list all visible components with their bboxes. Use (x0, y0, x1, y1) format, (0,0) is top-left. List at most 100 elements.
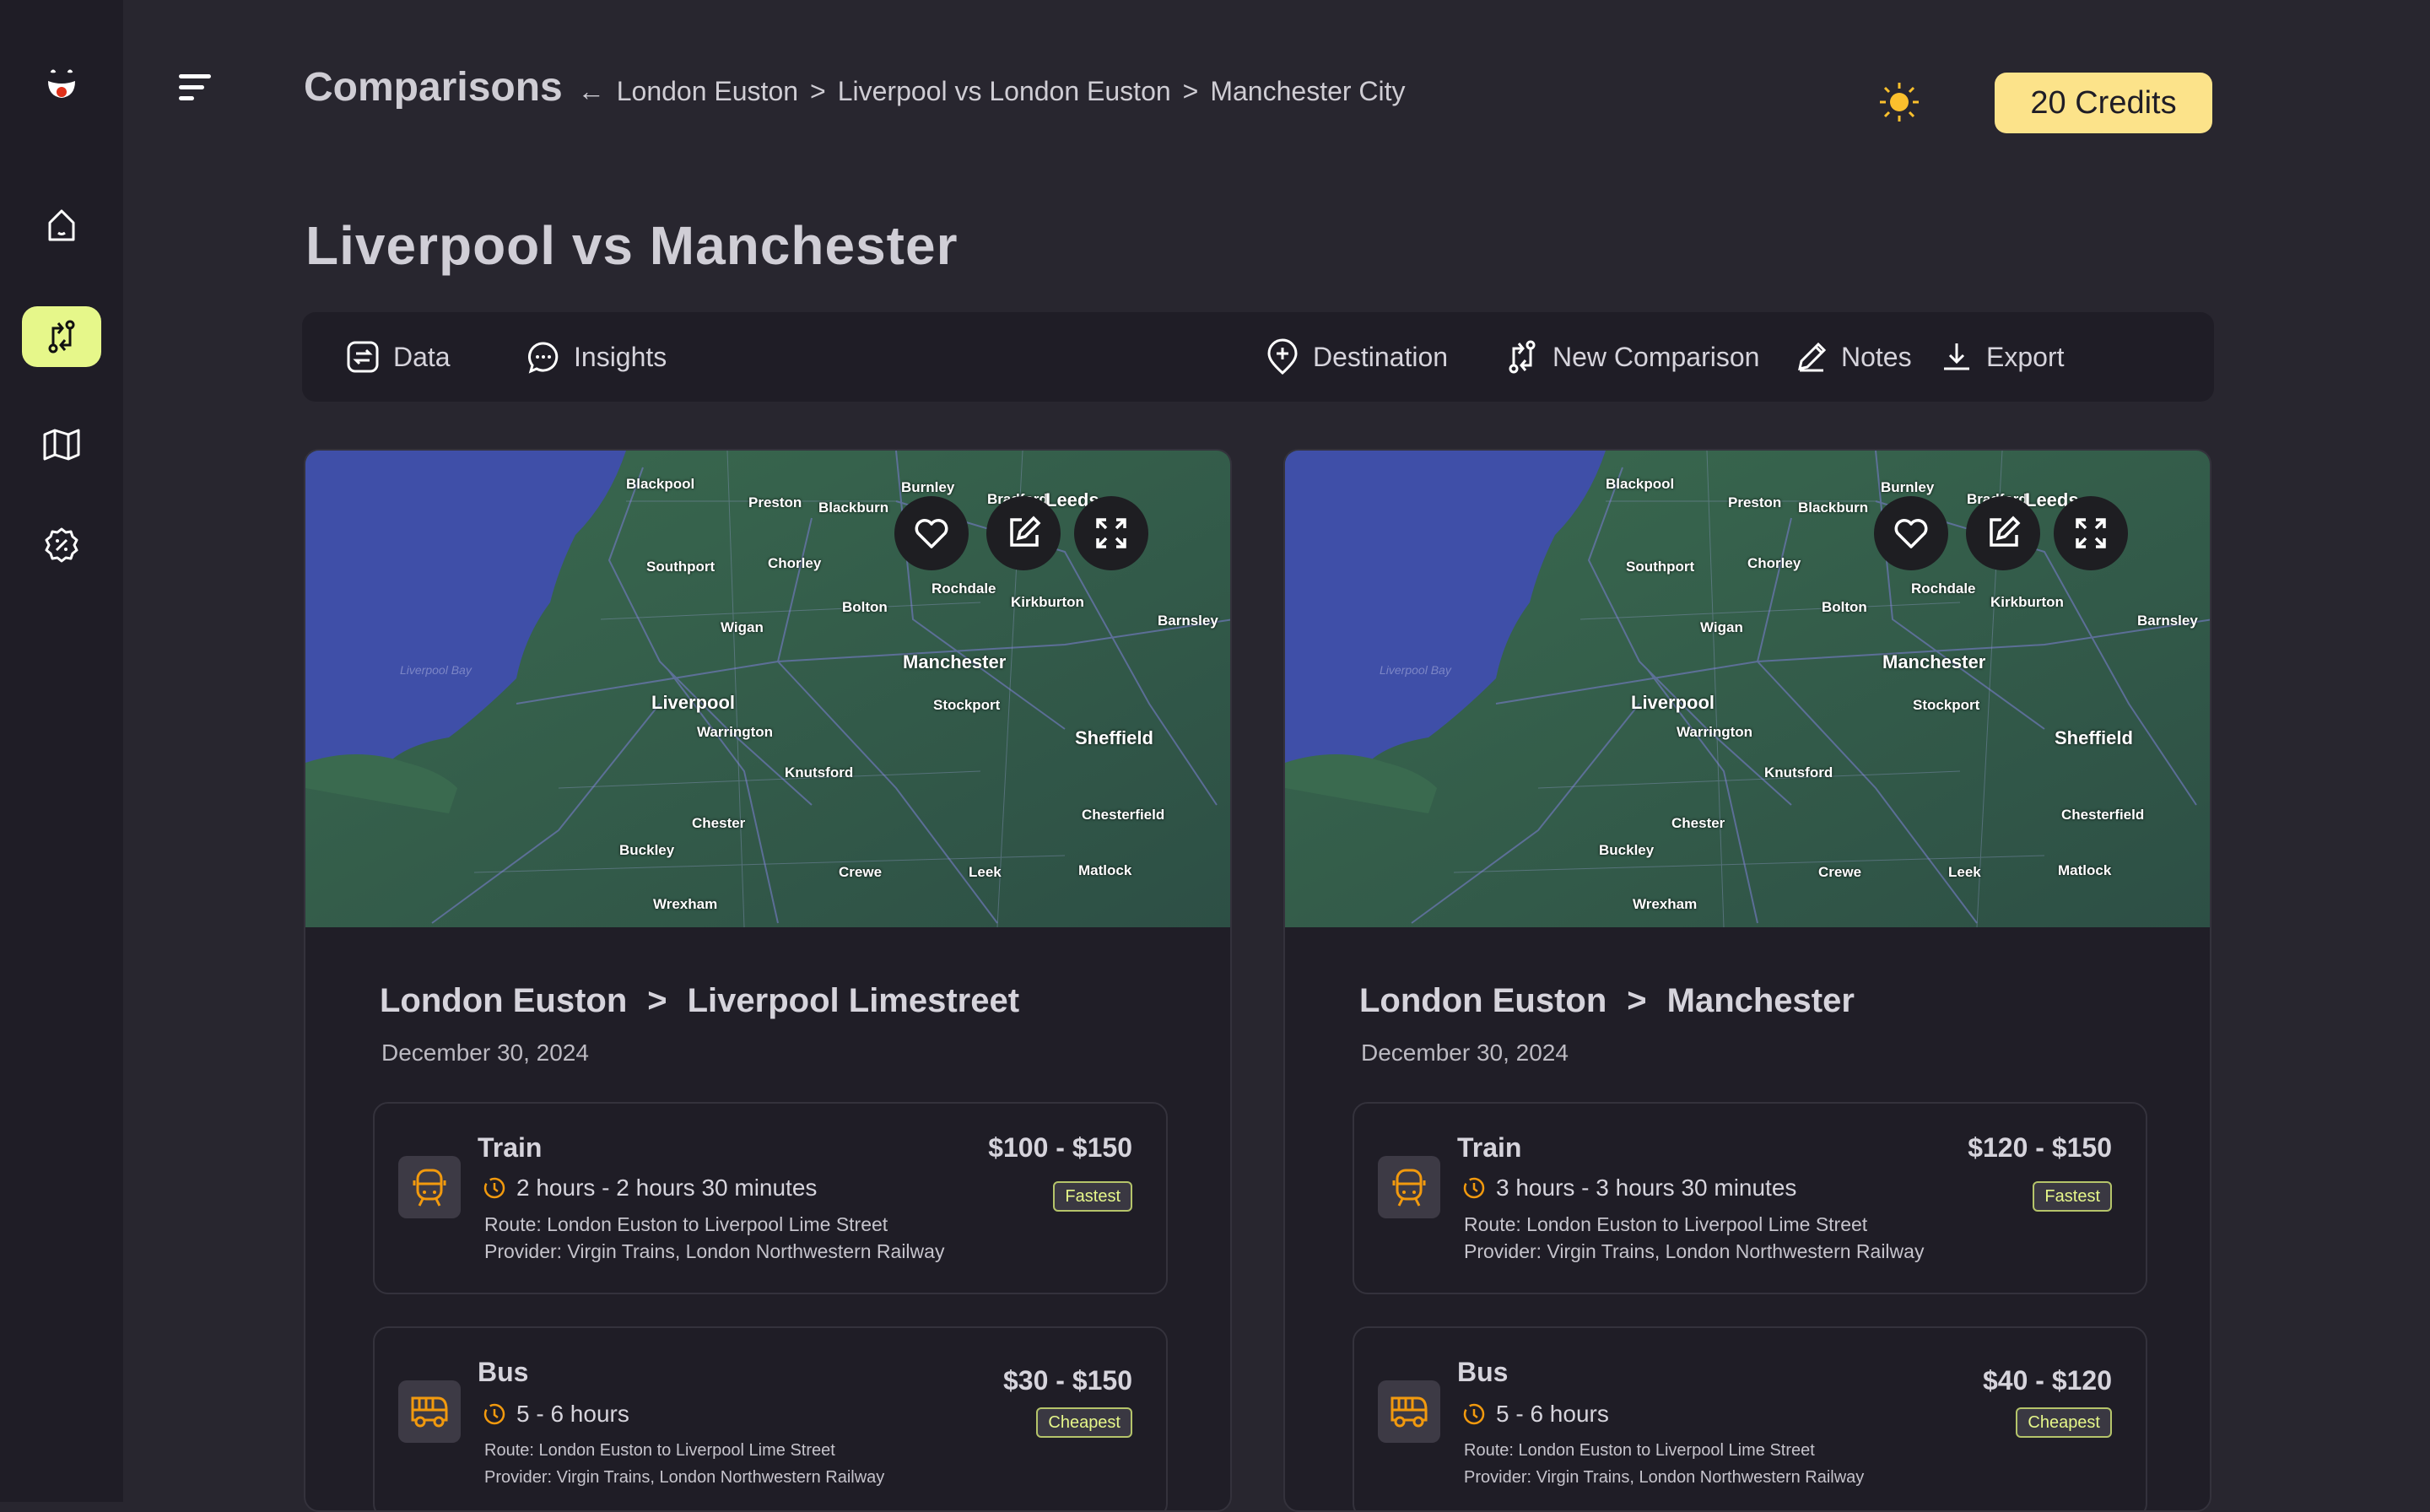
compare-icon[interactable] (22, 306, 101, 367)
train-icon (1378, 1156, 1440, 1218)
menu-toggle-button[interactable] (179, 74, 213, 103)
map-label: Stockport (933, 697, 1001, 713)
map-label: Leek (969, 864, 1002, 880)
map-label: Liverpool Bay (1380, 663, 1451, 677)
map-label: Kirkburton (1011, 594, 1084, 610)
pencil-icon (1798, 342, 1827, 372)
map-label: Barnsley (2137, 613, 2198, 629)
destination: Manchester (1666, 982, 1855, 1019)
map-label: Blackpool (626, 476, 695, 492)
compare-icon (1509, 340, 1536, 374)
theme-toggle-sun-icon[interactable] (1878, 81, 1920, 127)
map-label: Crewe (1818, 864, 1862, 880)
fullscreen-button[interactable] (2054, 496, 2128, 570)
bus-icon (398, 1380, 461, 1443)
breadcrumb-item[interactable]: London Euston (617, 76, 798, 107)
map-label: Buckley (1599, 842, 1655, 858)
heart-icon (1894, 519, 1928, 548)
map-label: Sheffield (1075, 727, 1153, 748)
duration: 2 hours - 2 hours 30 minutes (483, 1174, 817, 1202)
section-title: Comparisons (304, 65, 563, 110)
map-label: Stockport (1913, 697, 1980, 713)
edit-button[interactable] (1966, 496, 2040, 570)
fullscreen-button[interactable] (1074, 496, 1148, 570)
clock-icon (483, 1403, 505, 1425)
transport-option-train[interactable]: Train 2 hours - 2 hours 30 minutes Route… (373, 1102, 1168, 1294)
expand-icon (1096, 518, 1126, 548)
heart-icon (915, 519, 948, 548)
map-label: Chorley (768, 555, 822, 571)
destination-button[interactable]: Destination (1266, 312, 1448, 402)
breadcrumb-item[interactable]: Liverpool vs London Euston (838, 76, 1171, 107)
map-label: Wigan (1700, 619, 1743, 635)
map-label: Buckley (619, 842, 675, 858)
discount-icon[interactable] (22, 515, 101, 575)
map-label: Barnsley (1158, 613, 1218, 629)
provider-info: Provider: Virgin Trains, London Northwes… (1464, 1240, 1925, 1262)
trip-date: December 30, 2024 (1361, 1040, 1569, 1066)
transport-option-train[interactable]: Train 3 hours - 3 hours 30 minutes Route… (1353, 1102, 2147, 1294)
transport-mode: Train (1457, 1132, 1522, 1163)
map-label: Matlock (2058, 862, 2112, 878)
map-label: Warrington (697, 724, 774, 740)
logo-icon[interactable] (22, 54, 101, 115)
tab-insights[interactable]: Insights (526, 312, 667, 402)
origin: London Euston (1359, 982, 1607, 1019)
map-label: Blackpool (1606, 476, 1675, 492)
clock-icon (483, 1177, 505, 1199)
back-arrow-icon[interactable]: ← (578, 76, 605, 107)
credits-button[interactable]: 20 Credits (1995, 73, 2212, 133)
map-label: Chesterfield (1082, 807, 1165, 823)
home-icon[interactable] (22, 196, 101, 256)
tab-data[interactable]: Data (346, 312, 451, 402)
map-label: Wrexham (653, 896, 718, 912)
map-label: Chester (1671, 815, 1725, 831)
map-label: Matlock (1078, 862, 1132, 878)
export-button[interactable]: Export (1941, 312, 2064, 402)
route-info: Route: London Euston to Liverpool Lime S… (484, 1441, 835, 1460)
transport-option-bus[interactable]: Bus 5 - 6 hours Route: London Euston to … (373, 1326, 1168, 1510)
map-label: Burnley (1881, 479, 1935, 495)
map-label: Wigan (721, 619, 764, 635)
train-icon (398, 1156, 461, 1218)
breadcrumb-item[interactable]: Manchester City (1210, 76, 1405, 107)
notes-button[interactable]: Notes (1796, 312, 1912, 402)
map-icon[interactable] (22, 414, 101, 475)
duration: 5 - 6 hours (483, 1401, 629, 1428)
duration: 3 hours - 3 hours 30 minutes (1462, 1174, 1796, 1202)
map-label: Knutsford (785, 764, 854, 780)
download-icon (1944, 343, 1969, 370)
map-label: Crewe (839, 864, 883, 880)
route-map[interactable]: BlackpoolPrestonBlackburnBurnleyBradford… (305, 451, 1230, 928)
map-label: Chesterfield (2061, 807, 2145, 823)
transport-mode: Bus (1457, 1357, 1509, 1387)
header: Comparisons ← London Euston > Liverpool … (304, 64, 1406, 111)
route-title: London Euston > Liverpool Limestreet (380, 982, 1020, 1019)
route-map[interactable]: BlackpoolPrestonBlackburnBurnleyBradford… (1285, 451, 2210, 928)
route-info: Route: London Euston to Liverpool Lime S… (484, 1213, 888, 1235)
map-label: Rochdale (1911, 580, 1976, 597)
clock-icon (1463, 1177, 1485, 1199)
map-label: Chester (692, 815, 746, 831)
provider-info: Provider: Virgin Trains, London Northwes… (484, 1468, 885, 1487)
map-label: Bolton (1822, 599, 1867, 615)
transport-option-bus[interactable]: Bus 5 - 6 hours Route: London Euston to … (1353, 1326, 2147, 1510)
price-range: $120 - $150 (1968, 1132, 2112, 1163)
page-title: Liverpool vs Manchester (305, 215, 958, 276)
favorite-button[interactable] (894, 496, 969, 570)
expand-icon (2076, 518, 2106, 548)
new-comparison-button[interactable]: New Comparison (1505, 312, 1759, 402)
edit-icon (1990, 516, 2021, 547)
map-label: Knutsford (1764, 764, 1833, 780)
data-icon (347, 341, 379, 373)
add-location-icon (1267, 338, 1298, 375)
favorite-button[interactable] (1874, 496, 1948, 570)
map-label: Southport (1626, 559, 1695, 575)
map-label: Preston (1728, 494, 1782, 510)
edit-button[interactable] (986, 496, 1061, 570)
price-range: $30 - $150 (1002, 1365, 1132, 1396)
map-label: Blackburn (1798, 500, 1869, 516)
route-title: London Euston > Manchester (1359, 982, 1855, 1019)
map-label: Blackburn (818, 500, 889, 516)
map-label: Kirkburton (1990, 594, 2064, 610)
